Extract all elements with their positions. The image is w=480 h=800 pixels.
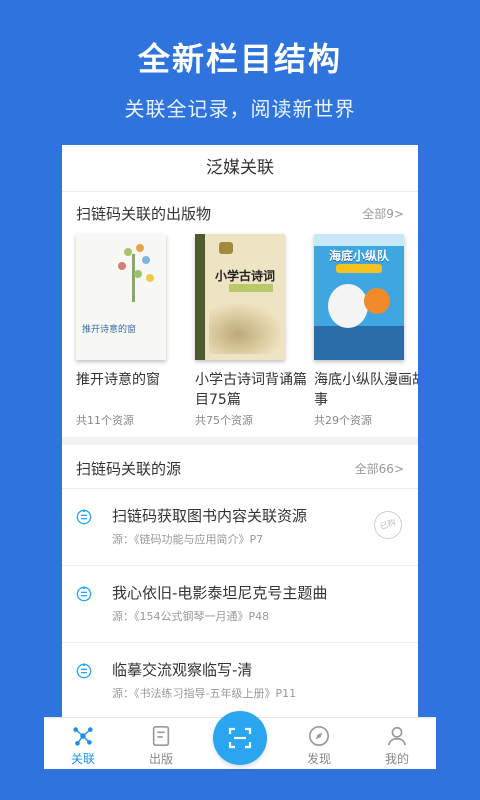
source-item[interactable]: 我心依旧-电影泰坦尼克号主题曲 源：《154公式钢琴一月通》P48 — [62, 566, 418, 643]
book-resource-count: 共75个资源 — [195, 414, 253, 427]
book-cover[interactable]: 小学古诗词 — [195, 234, 285, 360]
source-title: 临摹交流观察临写-清 — [112, 661, 253, 679]
hero-title: 全新栏目结构 — [137, 40, 342, 78]
book-icon — [152, 726, 170, 746]
tab-mine[interactable]: 我的 — [358, 718, 436, 769]
book-resource-count: 共29个资源 — [314, 414, 372, 427]
book-cover-title: 小学古诗词 — [215, 269, 276, 283]
sources-section-header: 扫链码关联的源 全部66> — [62, 448, 418, 489]
content-panel: 泛媒关联 扫链码关联的出版物 全部9> 推开诗意的窗 推开诗意的窗 共11个资源… — [62, 145, 418, 721]
book-resource-count: 共11个资源 — [76, 414, 134, 427]
tab-label: 关联 — [70, 752, 95, 766]
source-meta: 源：《链码功能与应用简介》P7 — [112, 533, 264, 546]
sources-more-link[interactable]: 全部66> — [355, 460, 404, 477]
source-link-icon — [76, 663, 92, 679]
book-title: 推开诗意的窗 — [76, 372, 160, 388]
hero-subtitle: 关联全记录，阅读新世界 — [124, 97, 356, 121]
source-link-icon — [76, 509, 92, 525]
user-icon — [387, 726, 407, 746]
publications-more-link[interactable]: 全部9> — [362, 205, 404, 222]
book-cover-title: 推开诗意的窗 — [82, 325, 137, 335]
book-title: 小学古诗词背诵篇目75篇 — [195, 372, 307, 408]
publications-section-header: 扫链码关联的出版物 全部9> — [62, 193, 418, 233]
scan-button[interactable] — [213, 711, 267, 765]
tab-link[interactable]: 关联 — [44, 718, 122, 769]
publications-title: 扫链码关联的出版物 — [76, 205, 212, 223]
tab-discover[interactable]: 发现 — [280, 718, 358, 769]
compass-icon — [309, 726, 329, 746]
tab-publish[interactable]: 出版 — [122, 718, 200, 769]
source-meta: 源：《154公式钢琴一月通》P48 — [112, 610, 270, 623]
panel-header: 泛媒关联 — [62, 145, 418, 192]
tab-label: 出版 — [148, 752, 173, 766]
source-item[interactable]: 临摹交流观察临写-清 源：《书法练习指导-五年级上册》P11 — [62, 643, 418, 719]
purchased-stamp: 已购 — [370, 507, 406, 543]
scan-icon — [228, 727, 252, 749]
source-meta: 源：《书法练习指导-五年级上册》P11 — [112, 687, 297, 700]
bottom-tab-bar: 关联 出版 发现 我的 — [44, 711, 436, 769]
sources-title: 扫链码关联的源 — [76, 460, 182, 478]
tab-label: 我的 — [384, 752, 409, 766]
book-cover[interactable]: 推开诗意的窗 — [76, 234, 166, 360]
book-title: 海底小纵队漫画故事 — [314, 372, 418, 408]
book-cover[interactable]: 海底小纵队 — [314, 234, 404, 360]
link-nodes-icon — [73, 727, 93, 746]
source-link-icon — [76, 586, 92, 602]
tab-label: 发现 — [306, 752, 331, 766]
book-cover-title: 海底小纵队 — [328, 249, 389, 263]
source-title: 我心依旧-电影泰坦尼克号主题曲 — [112, 584, 328, 602]
section-divider — [62, 437, 418, 445]
source-title: 扫链码获取图书内容关联资源 — [112, 507, 308, 525]
source-item[interactable]: 扫链码获取图书内容关联资源 源：《链码功能与应用简介》P7 已购 — [62, 489, 418, 566]
